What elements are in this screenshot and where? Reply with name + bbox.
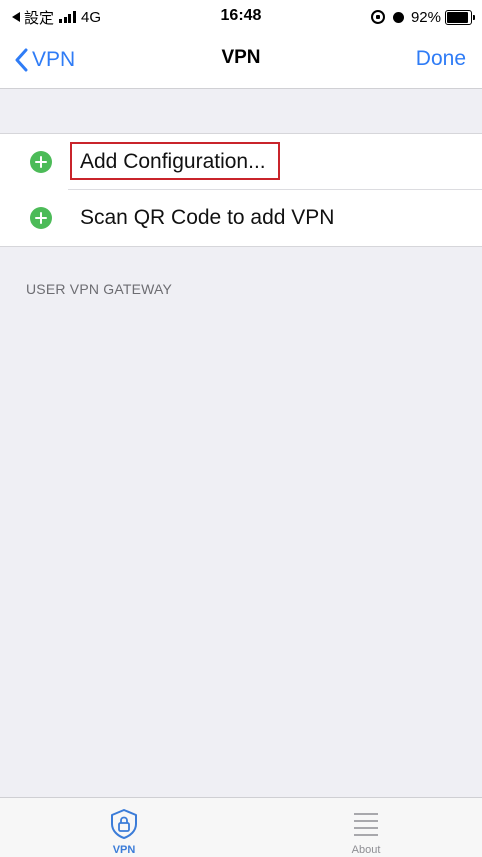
section-header-user-vpn-gateway: USER VPN GATEWAY xyxy=(26,281,173,297)
add-configuration-row[interactable]: Add Configuration... xyxy=(0,134,482,190)
navigation-bar: VPN VPN Done xyxy=(0,34,482,89)
tab-about[interactable]: About xyxy=(306,798,426,857)
highlight-box xyxy=(70,142,280,180)
scan-qr-code-row[interactable]: Scan QR Code to add VPN xyxy=(0,190,482,246)
page-title: VPN xyxy=(221,47,261,68)
tab-about-label: About xyxy=(351,844,381,856)
plus-circle-icon xyxy=(30,207,52,229)
battery-percent: 92% xyxy=(410,8,441,26)
done-button[interactable]: Done xyxy=(416,47,466,71)
screen: 設定 4G 16:48 92% VPN VPN Done Add Configu… xyxy=(0,0,482,857)
scan-qr-code-label: Scan QR Code to add VPN xyxy=(80,206,335,229)
alarm-icon xyxy=(392,11,404,23)
battery-tip xyxy=(473,14,475,20)
tab-vpn-label: VPN xyxy=(112,844,136,856)
plus-circle-icon xyxy=(30,151,52,173)
tab-bar: VPN About xyxy=(0,797,482,857)
add-vpn-options-list: Add Configuration... Scan QR Code to add… xyxy=(0,133,482,247)
battery-icon xyxy=(445,9,475,25)
list-icon xyxy=(352,808,380,840)
orientation-lock-icon xyxy=(370,10,385,24)
battery-fill xyxy=(447,11,469,23)
status-right: 92% xyxy=(370,8,475,26)
status-bar: 設定 4G 16:48 92% xyxy=(0,0,482,34)
tab-vpn[interactable]: VPN xyxy=(64,798,184,857)
shield-lock-icon xyxy=(109,808,139,840)
